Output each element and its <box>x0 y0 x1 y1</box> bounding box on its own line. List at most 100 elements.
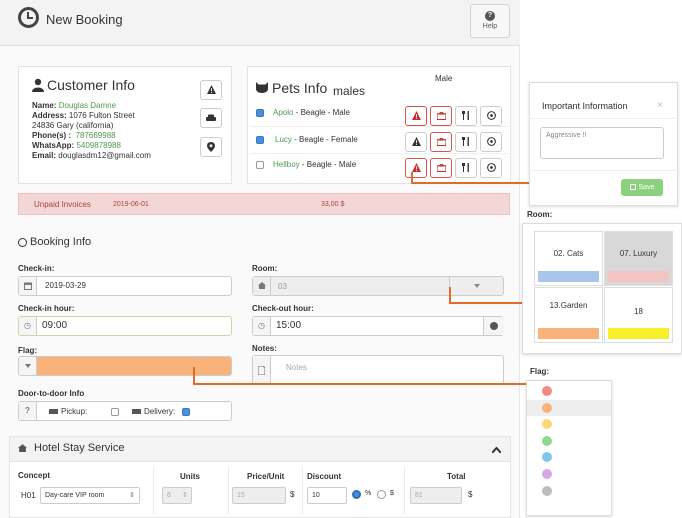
flag-color-gray[interactable] <box>542 486 552 496</box>
pet-medical-button[interactable] <box>430 106 452 126</box>
delivery-option[interactable]: Delivery: <box>132 407 175 416</box>
customer-details: Name: Douglas Damne Address: 1076 Fulton… <box>32 101 212 161</box>
pet-ball-button[interactable] <box>480 158 502 178</box>
notes-label: Notes: <box>252 344 277 353</box>
pet-medical-button[interactable] <box>430 158 452 178</box>
pet-label[interactable]: Apolo - Beagle - Male <box>273 108 350 117</box>
pet-checkbox[interactable] <box>256 161 264 169</box>
checkin-hour-input[interactable]: ◷ 09:00 <box>18 316 232 336</box>
chevron-up-icon[interactable] <box>491 445 502 455</box>
flag-color-orange[interactable] <box>542 403 552 413</box>
hotel-stay-heading: Hotel Stay Service <box>34 442 125 454</box>
phone-label: Phone(s) : <box>32 131 72 140</box>
truck-icon <box>49 409 58 414</box>
important-info-textarea[interactable]: Aggressive !! <box>540 127 664 159</box>
home-icon <box>253 277 271 295</box>
caret-down-icon <box>19 357 37 375</box>
modal-divider <box>529 118 678 119</box>
car-icon <box>206 114 216 121</box>
clock-icon: ◷ <box>253 317 271 335</box>
total-input[interactable]: 81 <box>410 487 462 504</box>
calendar-icon <box>19 277 37 295</box>
pet-ball-button[interactable] <box>480 106 502 126</box>
column-header-concept: Concept <box>18 471 50 480</box>
notes-textarea[interactable]: Notes <box>252 355 504 385</box>
checkout-hour-input[interactable]: ◷ 15:00 <box>252 316 504 336</box>
column-header-total: Total <box>447 472 466 481</box>
question-circle-icon <box>490 322 498 330</box>
caret-down-icon <box>474 284 480 288</box>
pet-ball-button[interactable] <box>480 132 502 152</box>
customer-name[interactable]: Douglas Damne <box>59 101 116 110</box>
room-option[interactable]: 13.Garden <box>534 287 603 343</box>
medkit-icon <box>435 111 447 121</box>
room-option[interactable]: 02. Cats <box>534 231 603 286</box>
car-button[interactable] <box>200 108 222 128</box>
warning-button[interactable] <box>200 80 222 100</box>
units-input[interactable]: 6 ⇕ <box>162 487 192 504</box>
clock-icon <box>18 7 39 28</box>
pet-label[interactable]: Hellboy - Beagle - Male <box>273 160 356 169</box>
whatsapp-value[interactable]: 5409878988 <box>76 141 121 150</box>
checkin-input[interactable]: 2019-03-29 <box>18 276 232 296</box>
price-input[interactable]: 15 <box>232 487 286 504</box>
help-label: Help <box>482 23 498 30</box>
pickup-checkbox[interactable] <box>111 408 119 416</box>
pet-food-button[interactable] <box>455 132 477 152</box>
phone-value[interactable]: 787669988 <box>76 131 116 140</box>
flag-picker-label: Flag: <box>530 367 550 376</box>
checkin-hour-value: 09:00 <box>42 320 68 331</box>
callout-line <box>411 182 539 184</box>
pet-checkbox[interactable] <box>256 136 264 144</box>
column-divider <box>404 466 405 514</box>
pet-medical-button[interactable] <box>430 132 452 152</box>
callout-line <box>449 302 527 304</box>
flag-color-blue[interactable] <box>542 452 552 462</box>
flag-color-red[interactable] <box>542 386 552 396</box>
flag-color-green[interactable] <box>542 436 552 446</box>
flag-color-yellow[interactable] <box>542 419 552 429</box>
delivery-checkbox[interactable] <box>182 408 190 416</box>
flag-option-highlight <box>527 400 611 416</box>
column-header-discount: Discount <box>307 472 342 481</box>
warning-icon <box>411 137 421 146</box>
warning-icon <box>411 111 421 120</box>
pickup-option[interactable]: Pickup: <box>49 407 87 416</box>
pet-food-button[interactable] <box>455 158 477 178</box>
room-option[interactable]: 07. Luxury <box>604 231 673 286</box>
info-button[interactable] <box>483 317 504 335</box>
map-marker-icon <box>207 142 215 152</box>
pet-food-button[interactable] <box>455 106 477 126</box>
room-option[interactable]: 18 <box>604 287 673 343</box>
concept-select[interactable]: Day-care VIP room ⇕ <box>40 487 140 504</box>
room-select[interactable]: 03 <box>252 276 504 296</box>
pet-warning-button[interactable] <box>405 132 427 152</box>
flag-select[interactable] <box>18 356 232 376</box>
room-dropdown-toggle[interactable] <box>449 277 504 295</box>
discount-dollar-radio[interactable] <box>377 490 386 499</box>
ball-icon <box>486 111 496 120</box>
unpaid-amount: 33,00 $ <box>321 201 345 208</box>
pet-warning-button[interactable] <box>405 158 427 178</box>
pet-warning-button[interactable] <box>405 106 427 126</box>
warning-icon <box>411 163 421 172</box>
help-button[interactable]: ? Help <box>470 4 510 38</box>
close-icon[interactable]: × <box>657 100 663 111</box>
save-button[interactable]: Save <box>621 179 663 196</box>
flag-color-purple[interactable] <box>542 469 552 479</box>
discount-percent-radio[interactable] <box>352 490 361 499</box>
room-color-bar <box>538 328 599 339</box>
cutlery-icon <box>462 111 469 120</box>
name-label: Name: <box>32 101 57 110</box>
pet-label[interactable]: Lucy - Beagle - Female <box>275 135 358 144</box>
location-button[interactable] <box>200 137 222 157</box>
room-color-bar <box>538 271 599 282</box>
email-label: Email: <box>32 151 57 160</box>
customer-info-heading: Customer Info <box>47 77 135 93</box>
clock-small-icon <box>18 238 27 247</box>
user-icon <box>32 78 44 92</box>
unpaid-invoices-alert[interactable] <box>18 193 510 215</box>
callout-line <box>449 287 451 303</box>
discount-input[interactable]: 10 <box>307 487 347 504</box>
pet-checkbox[interactable] <box>256 109 264 117</box>
